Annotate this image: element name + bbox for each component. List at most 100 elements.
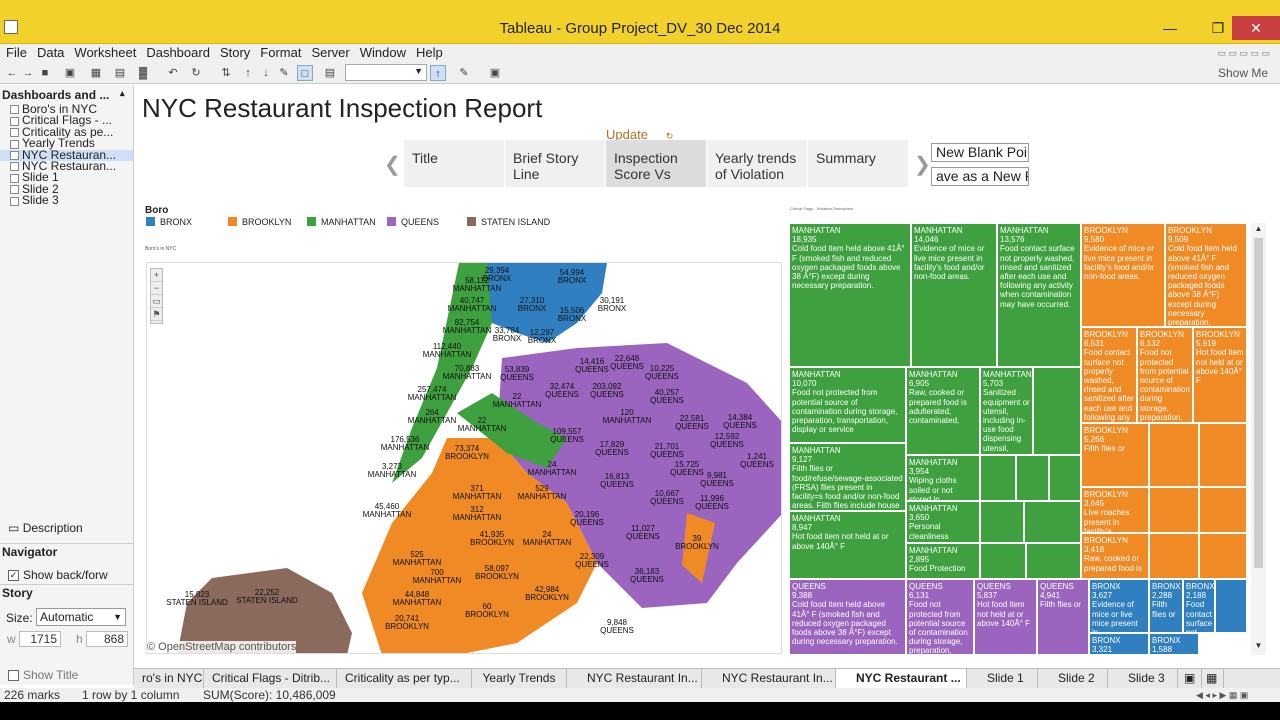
- pen-icon[interactable]: ✎: [456, 65, 472, 81]
- tab-nyc-restaurant-story[interactable]: NYC Restaurant ...: [836, 669, 967, 688]
- treemap-tile[interactable]: BROOKLYN 9,509 Cold food item held above…: [1165, 223, 1247, 327]
- pin-icon[interactable]: ↑: [430, 65, 446, 81]
- sheet-item[interactable]: NYC Restauran...: [0, 161, 133, 172]
- menu-worksheet[interactable]: Worksheet: [70, 44, 140, 62]
- menu-data[interactable]: Data: [33, 44, 68, 62]
- treemap-tile[interactable]: [1199, 533, 1247, 579]
- treemap-tile[interactable]: [1049, 455, 1081, 501]
- treemap-tile[interactable]: [1026, 543, 1081, 579]
- zoom-out-icon[interactable]: −: [151, 282, 162, 295]
- sheet-item[interactable]: NYC Restauran...: [0, 149, 133, 162]
- tab-critical-flags[interactable]: Critical Flags - Ditrib...: [204, 669, 337, 688]
- treemap-tile[interactable]: [1149, 423, 1199, 487]
- treemap-tile[interactable]: BROOKLYN 6,132 Food not protected from p…: [1137, 327, 1193, 423]
- story-point-yearly-trends[interactable]: Yearly trends of Violation: [707, 140, 807, 187]
- save-icon[interactable]: ■: [37, 65, 53, 81]
- treemap-tile[interactable]: MANHATTAN 3,954 Wiping cloths soiled or …: [906, 455, 980, 501]
- treemap-tile[interactable]: QUEENS 6,131 Food not protected from pot…: [906, 579, 974, 655]
- treemap-tile[interactable]: QUEENS 5,837 Hot food item not held at o…: [974, 579, 1037, 655]
- menu-dashboard[interactable]: Dashboard: [142, 44, 214, 62]
- treemap-tile[interactable]: MANHATTAN 5,703 Sanitized equipment or u…: [980, 367, 1033, 455]
- treemap-tile[interactable]: MANHATTAN 9,127 Filth flies or food/refu…: [789, 443, 906, 511]
- treemap-tile[interactable]: [1033, 367, 1081, 455]
- treemap-tile[interactable]: [980, 455, 1016, 501]
- legend-item-queens[interactable]: QUEENS: [387, 217, 439, 227]
- undo-icon[interactable]: ↶: [165, 65, 181, 81]
- treemap-tile[interactable]: [980, 501, 1024, 543]
- treemap-tile[interactable]: MANHATTAN 6,905 Raw, cooked or prepared …: [906, 367, 980, 455]
- tab-criticality[interactable]: Criticality as per typ...: [337, 669, 472, 688]
- show-me-button[interactable]: Show Me: [1218, 66, 1268, 80]
- menu-server[interactable]: Server: [307, 44, 353, 62]
- scroll-thumb[interactable]: [1254, 238, 1263, 568]
- tab-boros-in-nyc[interactable]: ro's in NYC: [134, 669, 204, 688]
- chart-icon[interactable]: ▓: [135, 65, 151, 81]
- show-back-forward-checkbox[interactable]: ✓ Show back/forw: [8, 568, 108, 582]
- treemap-tile[interactable]: MANHATTAN 18,935 Cold food item held abo…: [789, 223, 911, 367]
- sheet-item[interactable]: Critical Flags - ...: [0, 115, 133, 126]
- back-icon[interactable]: ←: [4, 65, 20, 81]
- treemap-tile[interactable]: MANHATTAN 3,650 Personal cleanliness: [906, 501, 980, 543]
- forward-icon[interactable]: →: [20, 65, 36, 81]
- scroll-down-icon[interactable]: ▼: [1251, 641, 1266, 650]
- violation-treemap[interactable]: MANHATTAN 18,935 Cold food item held abo…: [789, 223, 1247, 655]
- tab-nyc-restaurant-2[interactable]: NYC Restaurant In...: [702, 669, 836, 688]
- sheet-nav-icons[interactable]: ◀ ◂ ▸ ▶ ▦ ▣: [1196, 688, 1248, 702]
- size-select[interactable]: Automatic ▼: [36, 608, 126, 626]
- treemap-tile[interactable]: BROOKLYN 6,531 Food contact surface not …: [1081, 327, 1137, 423]
- treemap-tile[interactable]: MANHATTAN 8,947 Hot food item not held a…: [789, 511, 906, 579]
- menu-file[interactable]: File: [2, 44, 31, 62]
- treemap-scrollbar[interactable]: ▲ ▼: [1251, 223, 1266, 655]
- map-copyright[interactable]: © OpenStreetMap contributors: [147, 641, 297, 653]
- legend-item-bronx[interactable]: BRONX: [146, 217, 192, 227]
- legend-item-manhattan[interactable]: MANHATTAN: [307, 217, 376, 227]
- treemap-tile[interactable]: MANHATTAN 2,895 Food Protection: [906, 543, 980, 579]
- treemap-tile[interactable]: BRONX 1,588: [1149, 633, 1199, 655]
- group-icon[interactable]: □: [297, 65, 313, 81]
- sort-asc-icon[interactable]: ↑: [240, 65, 256, 81]
- treemap-tile[interactable]: [980, 543, 1026, 579]
- story-point-inspection-score[interactable]: Inspection Score Vs: [606, 140, 706, 187]
- refresh-icon[interactable]: ↻: [188, 65, 204, 81]
- previous-arrow-icon[interactable]: ❮: [384, 152, 401, 177]
- next-arrow-icon[interactable]: ❯: [914, 152, 931, 177]
- highlight-icon[interactable]: ✎: [276, 65, 292, 81]
- nyc-map[interactable]: 29,394 BRONX 58,112 MANHATTAN 54,994 BRONX 40,…: [146, 262, 782, 654]
- swap-icon[interactable]: ⇅: [218, 65, 234, 81]
- treemap-tile[interactable]: BROOKLYN 3,418 Raw, cooked or prepared f…: [1081, 533, 1149, 579]
- menu-format[interactable]: Format: [256, 44, 305, 62]
- fit-icon[interactable]: ▤: [322, 65, 338, 81]
- treemap-tile[interactable]: [1199, 487, 1247, 533]
- menu-story[interactable]: Story: [216, 44, 254, 62]
- sheet-item[interactable]: Slide 1: [0, 172, 133, 183]
- treemap-tile[interactable]: BROOKLYN 3,645 Live roaches present in f…: [1081, 487, 1149, 533]
- show-title-checkbox[interactable]: Show Title: [8, 668, 78, 682]
- zoom-in-icon[interactable]: +: [151, 269, 162, 282]
- menu-help[interactable]: Help: [412, 44, 447, 62]
- treemap-tile[interactable]: MANHATTAN 13,576 Food contact surface no…: [997, 223, 1081, 367]
- scroll-up-icon[interactable]: ▲: [1251, 224, 1266, 233]
- treemap-tile[interactable]: BROOKLYN 5,919 Hot food item not held at…: [1193, 327, 1247, 423]
- tab-slide-1[interactable]: Slide 1: [967, 669, 1038, 688]
- treemap-tile[interactable]: BROOKLYN 9,580 Evidence of mice or live …: [1081, 223, 1165, 327]
- treemap-tile[interactable]: MANHATTAN 10,070 Food not protected from…: [789, 367, 906, 443]
- sheet-item[interactable]: Criticality as pe...: [0, 127, 133, 138]
- sort-desc-icon[interactable]: ↓: [258, 65, 274, 81]
- story-point-brief-story-line[interactable]: Brief Story Line: [505, 140, 605, 187]
- legend-item-staten-island[interactable]: STATEN ISLAND: [467, 217, 550, 227]
- tab-slide-3[interactable]: Slide 3: [1108, 669, 1178, 688]
- sheet-item[interactable]: Slide 3: [0, 195, 133, 206]
- description-button[interactable]: ▭ Description: [8, 521, 83, 535]
- legend-item-brooklyn[interactable]: BROOKLYN: [228, 217, 291, 227]
- clear-icon[interactable]: ▣: [62, 65, 78, 81]
- treemap-tile[interactable]: [1149, 487, 1199, 533]
- sheet-item[interactable]: Boro's in NYC: [0, 104, 133, 115]
- treemap-tile[interactable]: BROOKLYN 5,266 Filth flies or: [1081, 423, 1149, 487]
- treemap-tile[interactable]: [1149, 533, 1199, 579]
- sheet-item[interactable]: Yearly Trends: [0, 138, 133, 149]
- presentation-icon[interactable]: ▣: [487, 65, 503, 81]
- minimize-icon[interactable]: —: [1150, 16, 1190, 40]
- story-point-title[interactable]: Title: [404, 140, 504, 187]
- story-point-summary[interactable]: Summary: [808, 140, 908, 187]
- tab-yearly-trends[interactable]: Yearly Trends: [472, 669, 567, 688]
